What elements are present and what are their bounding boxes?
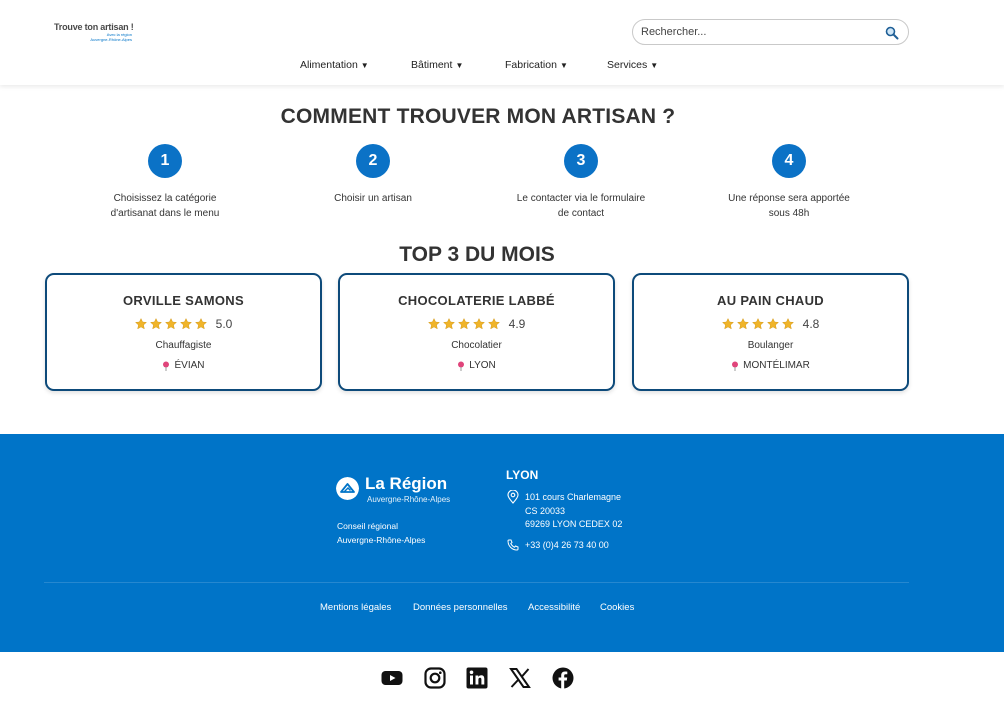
star-rating: [721, 318, 794, 330]
facebook-icon[interactable]: [552, 667, 574, 689]
location-pin-icon: [163, 361, 170, 371]
nav-item-alimentation[interactable]: Alimentation ▼: [300, 59, 369, 71]
nav-item-services[interactable]: Services ▼: [607, 59, 658, 71]
artisan-name: AU PAIN CHAUD: [717, 293, 824, 308]
office-city: LYON: [506, 468, 539, 482]
caret-down-icon: ▼: [455, 61, 464, 70]
star-icon: [149, 318, 162, 330]
star-icon: [781, 318, 794, 330]
star-icon: [736, 318, 749, 330]
artisan-location: MONTÉLIMAR: [634, 360, 907, 371]
artisan-card[interactable]: ORVILLE SAMONS 5.0 Chauffagiste ÉVIAN: [45, 273, 322, 391]
x-icon[interactable]: [509, 667, 531, 689]
artisan-location: ÉVIAN: [47, 360, 320, 371]
star-icon: [766, 318, 779, 330]
step-text: Choisir un artisan: [334, 193, 412, 204]
artisan-trade: Chocolatier: [451, 340, 502, 351]
step-2: 2 Choisir un artisan: [283, 144, 463, 206]
location-pin-icon: [458, 361, 465, 371]
star-icon: [442, 318, 455, 330]
star-icon: [179, 318, 192, 330]
region-logo-icon: [336, 477, 359, 500]
caret-down-icon: ▼: [360, 61, 369, 70]
rating-value: 4.8: [802, 317, 820, 331]
step-text: Une réponse sera apportée sous 48h: [728, 193, 850, 219]
step-number: 3: [564, 144, 598, 178]
step-text: Le contacter via le formulaire de contact: [516, 193, 646, 219]
star-icon: [721, 318, 734, 330]
step-3: 3 Le contacter via le formulaire de conta…: [491, 144, 671, 221]
council-text: Conseil régional Auvergne-Rhône-Alpes: [337, 521, 426, 545]
link-cookies[interactable]: Cookies: [600, 602, 634, 613]
search-box: [632, 19, 909, 45]
step-number: 1: [148, 144, 182, 178]
star-rating: [427, 318, 500, 330]
artisan-card[interactable]: CHOCOLATERIE LABBÉ 4.9 Chocolatier LYON: [338, 273, 615, 391]
office-phone[interactable]: +33 (0)4 26 73 40 00: [525, 540, 609, 550]
star-icon: [427, 318, 440, 330]
star-icon: [164, 318, 177, 330]
star-icon: [457, 318, 470, 330]
artisan-trade: Chauffagiste: [155, 340, 212, 351]
artisan-trade: Boulanger: [747, 340, 794, 351]
nav-item-fabrication[interactable]: Fabrication ▼: [505, 59, 568, 71]
caret-down-icon: ▼: [650, 61, 659, 70]
site-footer: La Région Auvergne-Rhône-Alpes Conseil r…: [0, 434, 1004, 652]
star-icon: [751, 318, 764, 330]
rating-value: 4.9: [508, 317, 526, 331]
link-donnees-personnelles[interactable]: Données personnelles: [413, 602, 508, 613]
map-pin-icon: [507, 490, 519, 504]
location-pin-icon: [732, 361, 739, 371]
artisan-name: ORVILLE SAMONS: [123, 293, 244, 308]
step-4: 4 Une réponse sera apportée sous 48h: [699, 144, 879, 221]
artisan-name: CHOCOLATERIE LABBÉ: [398, 293, 555, 308]
step-number: 4: [772, 144, 806, 178]
star-icon: [487, 318, 500, 330]
linkedin-icon[interactable]: [466, 667, 488, 689]
star-rating: [134, 318, 207, 330]
search-input[interactable]: [641, 24, 871, 40]
nav-item-batiment[interactable]: Bâtiment ▼: [411, 59, 463, 71]
star-icon: [472, 318, 485, 330]
star-icon: [134, 318, 147, 330]
region-subtitle: Auvergne-Rhône-Alpes: [367, 495, 451, 504]
rating: 4.8: [634, 316, 907, 332]
step-number: 2: [356, 144, 390, 178]
rating: 5.0: [47, 316, 320, 332]
step-text: Choisissez la catégorie d'artisanat dans …: [110, 193, 220, 219]
how-title: COMMENT TROUVER MON ARTISAN ?: [280, 105, 676, 128]
site-header: Trouve ton artisan ! Avec la région Auve…: [0, 0, 1004, 85]
footer-divider: [44, 582, 909, 583]
artisan-card[interactable]: AU PAIN CHAUD 4.8 Boulanger MONTÉLIMAR: [632, 273, 909, 391]
step-1: 1 Choisissez la catégorie d'artisanat dan…: [75, 144, 255, 221]
star-icon: [194, 318, 207, 330]
rating-value: 5.0: [215, 317, 233, 331]
caret-down-icon: ▼: [559, 61, 568, 70]
top-title: TOP 3 DU MOIS: [399, 243, 555, 266]
youtube-icon[interactable]: [381, 667, 403, 689]
link-mentions-legales[interactable]: Mentions légales: [320, 602, 391, 613]
instagram-icon[interactable]: [424, 667, 446, 689]
logo-subtitle-2: Auvergne-Rhône-Alpes: [90, 37, 132, 42]
artisan-location: LYON: [340, 360, 613, 371]
site-logo[interactable]: Trouve ton artisan ! Avec la région Auve…: [54, 22, 144, 42]
office-address: 101 cours Charlemagne CS 20033 69269 LYO…: [525, 492, 623, 529]
search-icon[interactable]: [885, 26, 899, 40]
main-nav: Alimentation ▼ Bâtiment ▼ Fabrication ▼ Ser…: [0, 59, 1004, 75]
region-name: La Région: [365, 474, 448, 493]
phone-icon: [507, 539, 519, 551]
link-accessibilite[interactable]: Accessibilité: [528, 602, 580, 613]
rating: 4.9: [340, 316, 613, 332]
logo-title: Trouve ton artisan !: [54, 22, 134, 32]
